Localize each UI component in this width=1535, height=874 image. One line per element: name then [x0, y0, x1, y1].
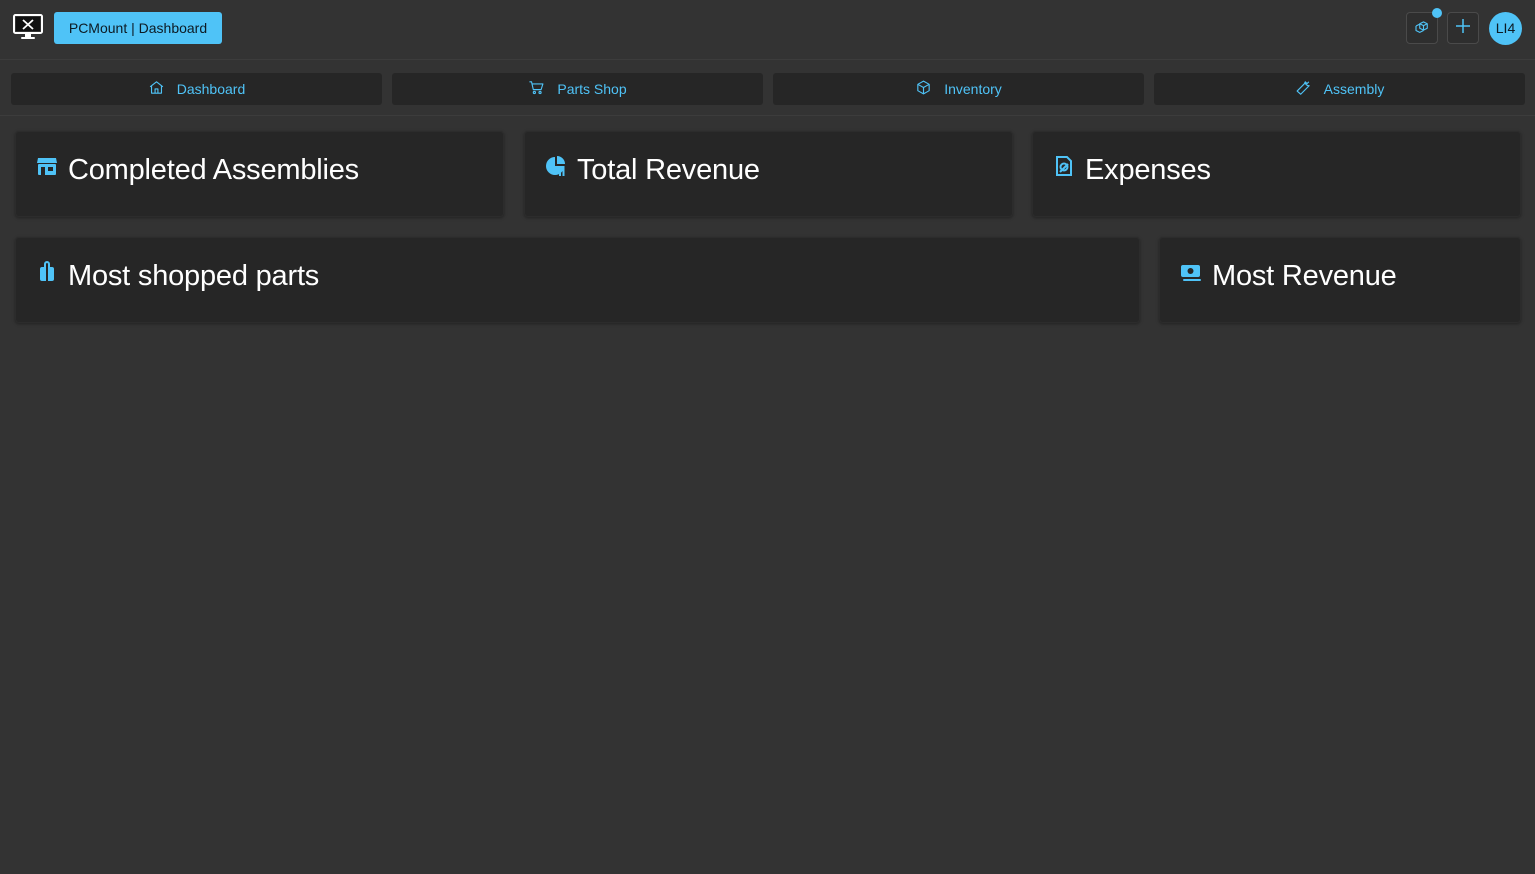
tab-label: Parts Shop	[557, 81, 627, 97]
tab-label: Dashboard	[176, 81, 246, 97]
main-nav: Dashboard Parts Shop Inventory Assembly	[0, 60, 1535, 116]
cubes-icon	[1413, 17, 1431, 40]
receipt-icon	[1053, 155, 1075, 177]
top-header: PCMount | Dashboard LI4	[0, 0, 1535, 60]
card-title: Most shopped parts	[68, 260, 320, 292]
total-revenue-card: Total Revenue	[524, 131, 1013, 217]
card-title: Most Revenue	[1212, 260, 1397, 292]
card-title: Expenses	[1085, 154, 1211, 186]
tab-parts-shop[interactable]: Parts Shop	[392, 73, 763, 105]
tab-label: Assembly	[1323, 81, 1385, 97]
pie-chart-icon	[545, 155, 567, 177]
monitor-tools-icon[interactable]	[13, 13, 43, 41]
app-title-badge[interactable]: PCMount | Dashboard	[54, 12, 222, 44]
home-icon	[148, 79, 165, 99]
tab-dashboard[interactable]: Dashboard	[11, 73, 382, 105]
card-title: Total Revenue	[577, 154, 760, 186]
wrench-icon	[1295, 79, 1312, 99]
tab-label: Inventory	[944, 81, 1002, 97]
completed-assemblies-card: Completed Assemblies	[15, 131, 504, 217]
avatar[interactable]: LI4	[1489, 12, 1522, 45]
tab-inventory[interactable]: Inventory	[773, 73, 1144, 105]
notification-dot	[1432, 8, 1442, 18]
store-icon	[36, 155, 58, 177]
card-title: Completed Assemblies	[68, 154, 359, 186]
most-revenue-card: Most Revenue	[1159, 237, 1521, 323]
cart-icon	[528, 79, 545, 99]
plus-icon	[1454, 17, 1472, 40]
box-icon	[915, 79, 932, 99]
add-button[interactable]	[1447, 12, 1479, 44]
shopping-bag-icon	[36, 261, 58, 283]
expenses-card: Expenses	[1032, 131, 1521, 217]
money-icon	[1180, 261, 1202, 283]
tab-assembly[interactable]: Assembly	[1154, 73, 1525, 105]
most-shopped-parts-card: Most shopped parts	[15, 237, 1140, 323]
